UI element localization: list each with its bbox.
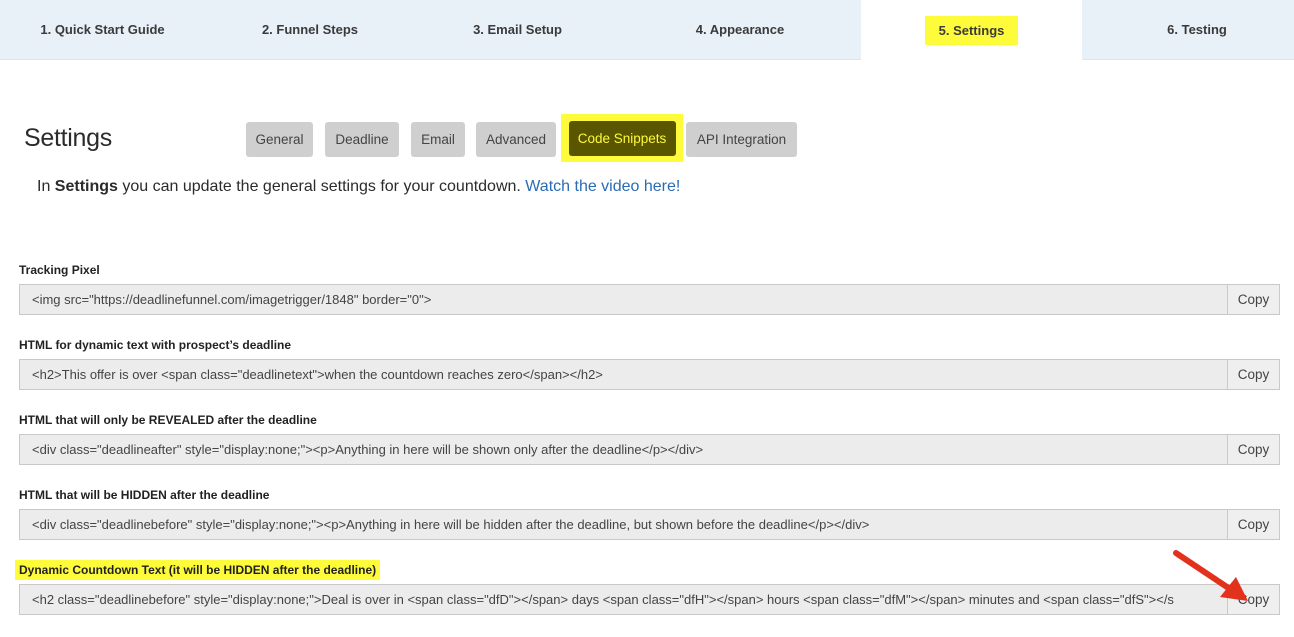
subtab-code-snippets[interactable]: Code Snippets <box>561 114 683 162</box>
subtab-label: Advanced <box>485 132 547 147</box>
snippet-label-tracking-pixel: Tracking Pixel <box>19 263 100 277</box>
subtab-label: Code Snippets <box>577 130 667 146</box>
snippet-row-hidden-after: <div class="deadlinebefore" style="displ… <box>19 509 1280 540</box>
subtab-label: API Integration <box>696 132 787 147</box>
subtab-email[interactable]: Email <box>411 122 465 157</box>
step-label: 2. Funnel Steps <box>261 22 359 37</box>
wizard-steps-bar: 1. Quick Start Guide 2. Funnel Steps 3. … <box>0 0 1294 60</box>
step-testing[interactable]: 6. Testing <box>1082 0 1294 59</box>
snippet-field[interactable]: <img src="https://deadlinefunnel.com/ima… <box>19 284 1228 315</box>
intro-middle: you can update the general settings for … <box>117 178 526 195</box>
settings-intro: In Settings you can update the general s… <box>37 178 680 196</box>
snippet-label-hidden-after: HTML that will be HIDDEN after the deadl… <box>19 488 270 502</box>
copy-button[interactable]: Copy <box>1228 434 1280 465</box>
step-label: 1. Quick Start Guide <box>40 22 165 37</box>
copy-button[interactable]: Copy <box>1228 359 1280 390</box>
copy-button[interactable]: Copy <box>1228 509 1280 540</box>
snippet-row-dynamic-countdown: <h2 class="deadlinebefore" style="displa… <box>19 584 1280 615</box>
copy-button[interactable]: Copy <box>1228 284 1280 315</box>
watch-video-link[interactable]: Watch the video here! <box>525 178 680 195</box>
subtab-label: Email <box>421 132 455 147</box>
step-settings[interactable]: 5. Settings <box>861 0 1082 60</box>
step-label: 6. Testing <box>1167 22 1227 37</box>
annotation-arrow-icon <box>1173 550 1248 601</box>
intro-bold: Settings <box>54 178 118 195</box>
snippet-field[interactable]: <div class="deadlinebefore" style="displ… <box>19 509 1228 540</box>
snippet-field[interactable]: <div class="deadlineafter" style="displa… <box>19 434 1228 465</box>
snippet-row-tracking-pixel: <img src="https://deadlinefunnel.com/ima… <box>19 284 1280 315</box>
step-appearance[interactable]: 4. Appearance <box>620 0 860 59</box>
subtab-api-integration[interactable]: API Integration <box>686 122 797 157</box>
subtab-code-snippets-button[interactable]: Code Snippets <box>568 120 676 156</box>
snippet-label-revealed-after: HTML that will only be REVEALED after th… <box>19 413 317 427</box>
snippet-label-dynamic-countdown: Dynamic Countdown Text (it will be HIDDE… <box>15 560 381 580</box>
subtab-label: General <box>255 132 304 147</box>
step-label: 5. Settings <box>924 15 1019 45</box>
subtab-label: Deadline <box>335 132 389 147</box>
step-label: 4. Appearance <box>695 22 785 37</box>
step-label: 3. Email Setup <box>473 22 562 37</box>
step-quick-start-guide[interactable]: 1. Quick Start Guide <box>0 0 205 59</box>
snippet-row-revealed-after: <div class="deadlineafter" style="displa… <box>19 434 1280 465</box>
subtab-general[interactable]: General <box>246 122 313 157</box>
snippet-row-dynamic-text: <h2>This offer is over <span class="dead… <box>19 359 1280 390</box>
snippet-label-dynamic-text: HTML for dynamic text with prospect’s de… <box>19 338 292 352</box>
snippet-field[interactable]: <h2>This offer is over <span class="dead… <box>19 359 1228 390</box>
step-email-setup[interactable]: 3. Email Setup <box>415 0 620 59</box>
snippet-field[interactable]: <h2 class="deadlinebefore" style="displa… <box>19 584 1228 615</box>
intro-prefix: In <box>37 178 55 195</box>
subtab-deadline[interactable]: Deadline <box>325 122 399 157</box>
page-title: Settings <box>24 124 112 152</box>
step-funnel-steps[interactable]: 2. Funnel Steps <box>205 0 415 59</box>
subtab-advanced[interactable]: Advanced <box>476 122 556 157</box>
